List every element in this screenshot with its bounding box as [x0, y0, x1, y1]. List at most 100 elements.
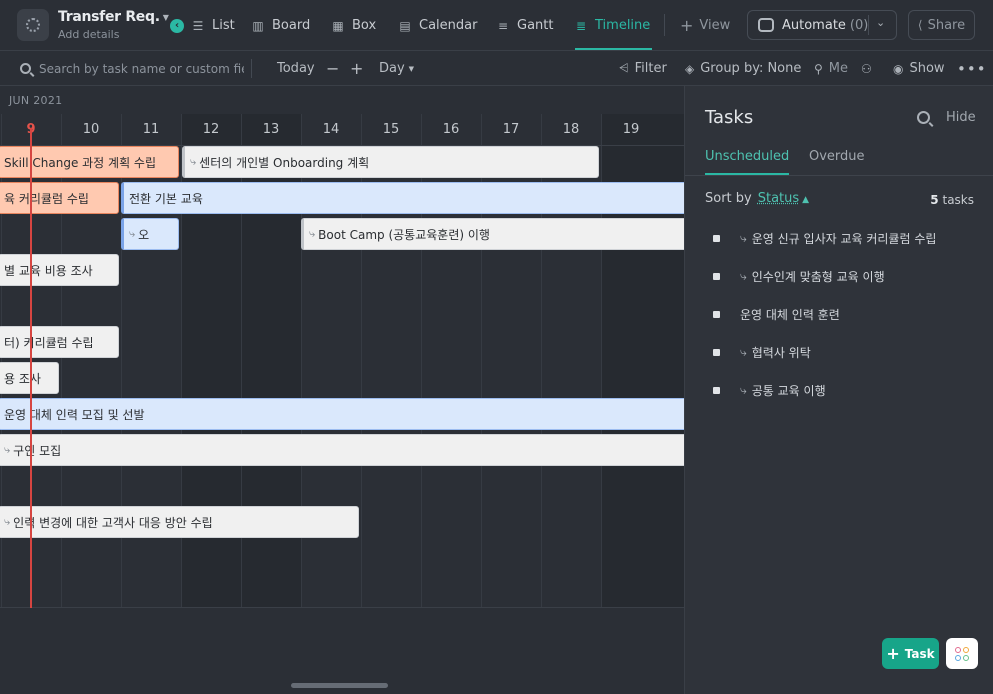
- share-icon: ⟨: [917, 18, 923, 32]
- users-icon: ⚇: [861, 61, 872, 76]
- show-button[interactable]: ◉ Show: [893, 51, 945, 86]
- add-task-button[interactable]: + Task: [882, 638, 939, 669]
- me-filter-button[interactable]: ⚲ Me: [814, 51, 848, 86]
- toolbar: Today − + Day▼ ⩤Filter ◈Group by: None ⚲…: [0, 51, 993, 86]
- horizontal-scrollbar[interactable]: [291, 683, 388, 688]
- subtask-icon: ⤷: [740, 231, 747, 245]
- subtask-icon: ⤷: [309, 227, 316, 240]
- timeline-task-bar[interactable]: Skill Change 과정 계획 수립: [0, 146, 179, 178]
- tab-gantt[interactable]: ≡ Gantt: [497, 0, 554, 51]
- day-label: 19: [622, 122, 640, 137]
- divider: [251, 59, 252, 78]
- timeline-icon: ≣: [575, 18, 587, 33]
- chevron-down-icon: ▼: [408, 64, 415, 73]
- more-options-icon[interactable]: •••: [957, 51, 987, 86]
- day-label: 16: [442, 122, 460, 137]
- status-square-icon: [713, 349, 720, 356]
- today-button[interactable]: Today: [277, 51, 315, 86]
- day-label: 10: [82, 122, 100, 137]
- robot-icon: [758, 18, 774, 32]
- board-icon: ▥: [252, 18, 264, 33]
- status-square-icon: [713, 235, 720, 242]
- task-count: 5 tasks: [930, 193, 974, 207]
- subtask-icon: ⤷: [4, 443, 11, 456]
- scale-select[interactable]: Day ▼: [379, 51, 414, 86]
- today-marker: [30, 128, 32, 608]
- chevron-down-icon[interactable]: ▼: [163, 13, 169, 22]
- month-label: JUN 2021: [9, 94, 63, 107]
- timeline-task-bar[interactable]: ⤷ 오: [121, 218, 179, 250]
- search-icon[interactable]: [917, 111, 930, 124]
- day-label: 14: [322, 122, 340, 137]
- day-label: 12: [202, 122, 220, 137]
- divider: [0, 607, 684, 608]
- timeline-task-bar[interactable]: 별 교육 비용 조사: [0, 254, 119, 286]
- tab-unscheduled[interactable]: Unscheduled: [705, 149, 790, 175]
- panel-title: Tasks: [705, 107, 754, 128]
- plus-icon: +: [886, 644, 900, 663]
- top-header: Transfer Req. ▼ Add details ‹ ☰ List ▥ Bo…: [0, 0, 993, 51]
- hide-panel-button[interactable]: Hide: [946, 110, 976, 125]
- user-icon: ⚲: [814, 61, 823, 76]
- timeline-grid: JUN 2021 9 10 11 12 13 14 15 16 17 18 19…: [0, 86, 684, 694]
- sort-status-button[interactable]: Status: [758, 191, 799, 206]
- status-square-icon: [713, 273, 720, 280]
- box-icon: ▦: [332, 18, 344, 33]
- sort-control: Sort by Status ▲: [705, 191, 810, 206]
- list-title[interactable]: Transfer Req. ▼: [58, 9, 169, 25]
- share-button[interactable]: ⟨ Share: [908, 10, 975, 40]
- timeline-task-bar[interactable]: ⤷ 센터의 개인별 Onboarding 계획: [182, 146, 599, 178]
- status-square-icon: [713, 387, 720, 394]
- add-details-link[interactable]: Add details: [58, 28, 119, 41]
- eye-icon: ◉: [893, 61, 904, 76]
- subtask-icon: ⤷: [740, 269, 747, 283]
- subtask-icon: ⤷: [740, 383, 747, 397]
- automate-button[interactable]: Automate (0) ⌄: [747, 10, 897, 40]
- zoom-out-button[interactable]: −: [326, 51, 339, 86]
- timeline-task-bar[interactable]: 터) 커리큘럼 수립: [0, 326, 119, 358]
- search-input[interactable]: [39, 61, 244, 76]
- plus-icon: +: [680, 16, 694, 35]
- timeline-task-bar[interactable]: ⤷ Boot Camp (공통교육훈련) 이행: [301, 218, 684, 250]
- apps-icon[interactable]: [946, 638, 978, 669]
- timeline-task-bar[interactable]: 전환 기본 교육: [121, 182, 684, 214]
- add-view-button[interactable]: + View: [680, 0, 730, 51]
- layers-icon: ◈: [685, 61, 695, 76]
- timeline-task-bar[interactable]: ⤷ 인력 변경에 대한 고객사 대응 방안 수립: [0, 506, 359, 538]
- timeline-task-bar[interactable]: ⤷ 구인 모집: [0, 434, 684, 466]
- day-label: 15: [382, 122, 400, 137]
- tab-calendar[interactable]: ▤ Calendar: [399, 0, 477, 51]
- subtask-icon: ⤷: [740, 345, 747, 359]
- filter-button[interactable]: ⩤ Filter: [619, 51, 667, 86]
- status-square-icon: [713, 311, 720, 318]
- divider: [664, 14, 665, 36]
- subtask-icon: ⤷: [129, 227, 136, 240]
- list-item[interactable]: ⤷ 운영 신규 입사자 교육 커리큘럼 수립: [713, 230, 936, 247]
- back-arrow-icon[interactable]: ‹: [170, 18, 184, 33]
- tab-board[interactable]: ▥ Board: [252, 0, 310, 51]
- list-item[interactable]: ⤷ 협력사 위탁: [713, 344, 811, 361]
- sort-ascending-icon[interactable]: ▲: [802, 195, 809, 205]
- calendar-icon: ▤: [399, 18, 411, 33]
- automate-count: (0): [849, 17, 869, 33]
- day-label: 17: [502, 122, 520, 137]
- tab-box[interactable]: ▦ Box: [332, 0, 376, 51]
- list-item[interactable]: 운영 대체 인력 훈련: [713, 306, 840, 323]
- timeline-task-bar[interactable]: 운영 대체 인력 모집 및 선발: [0, 398, 684, 430]
- day-label: 13: [262, 122, 280, 137]
- group-by-button[interactable]: ◈ Group by: None: [685, 51, 801, 86]
- list-item[interactable]: ⤷ 인수인계 맞춤형 교육 이행: [713, 268, 885, 285]
- tab-overdue[interactable]: Overdue: [809, 149, 865, 175]
- tab-list[interactable]: ‹ ☰ List: [170, 0, 235, 51]
- chevron-down-icon[interactable]: ⌄: [876, 16, 885, 29]
- timeline-task-bar[interactable]: 육 커리큘럼 수립: [0, 182, 119, 214]
- list-item[interactable]: ⤷ 공통 교육 이행: [713, 382, 826, 399]
- tab-timeline[interactable]: ≣ Timeline: [575, 0, 653, 51]
- space-icon[interactable]: [17, 9, 49, 41]
- zoom-in-button[interactable]: +: [350, 51, 363, 86]
- search-icon: [20, 63, 31, 74]
- gantt-icon: ≡: [497, 18, 509, 33]
- assignees-button[interactable]: ⚇: [861, 51, 878, 86]
- search-box[interactable]: [20, 51, 244, 86]
- day-label: 18: [562, 122, 580, 137]
